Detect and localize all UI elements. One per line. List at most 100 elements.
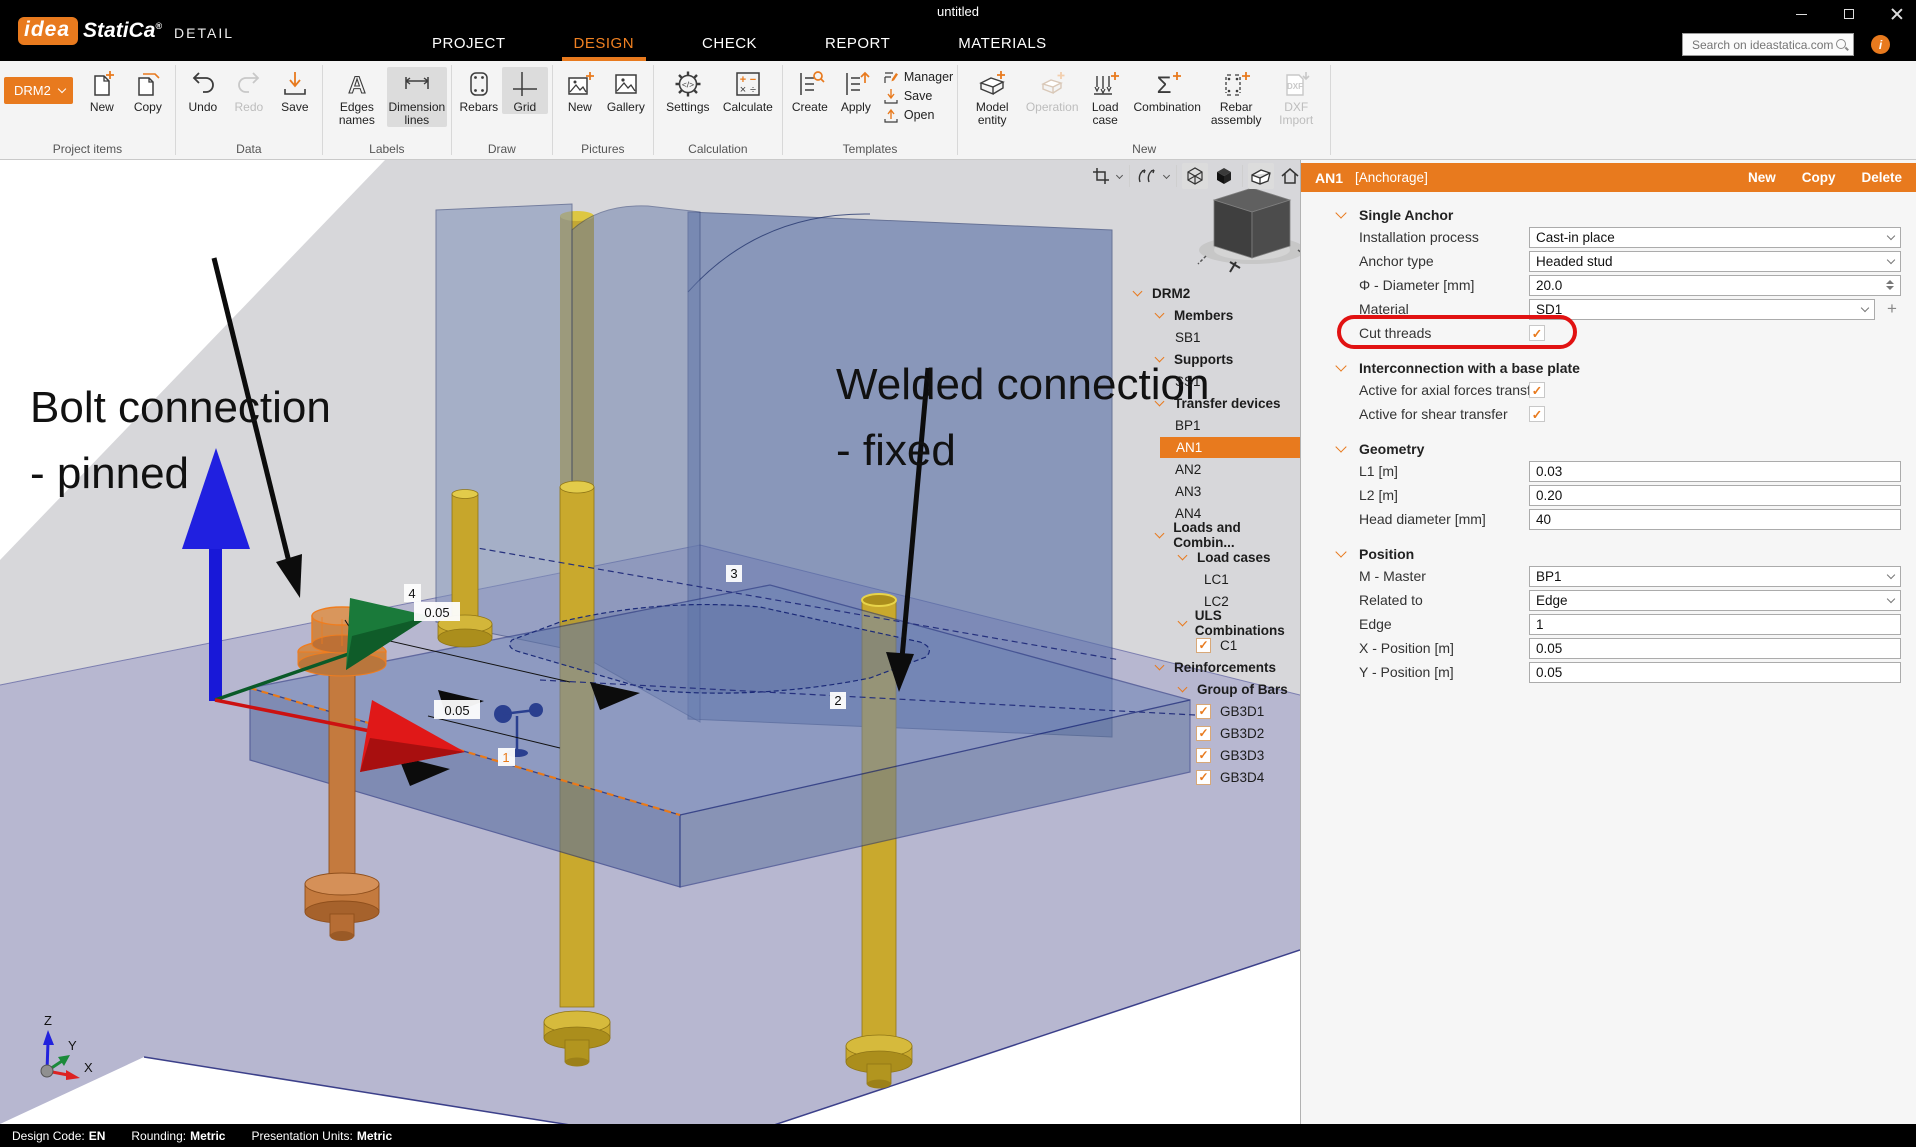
rebars-button[interactable]: Rebars: [456, 67, 502, 114]
tree-item-c1[interactable]: C1: [1118, 634, 1300, 656]
tab-project[interactable]: PROJECT: [420, 27, 518, 61]
search-icon[interactable]: [1835, 38, 1849, 52]
tree-item-sb1[interactable]: SB1: [1118, 326, 1300, 348]
related-to-select[interactable]: Edge: [1529, 590, 1901, 611]
tab-check[interactable]: CHECK: [690, 27, 769, 61]
combination-button[interactable]: Σ Combination: [1128, 67, 1206, 114]
installation-process-select[interactable]: Cast-in place: [1529, 227, 1901, 248]
chevron-down-icon[interactable]: [1163, 171, 1170, 178]
chevron-down-icon[interactable]: [1175, 621, 1195, 625]
copy-project-item-button[interactable]: Copy: [125, 67, 171, 114]
tree-item-gb3d4[interactable]: GB3D4: [1118, 766, 1300, 788]
new-picture-button[interactable]: New: [557, 67, 603, 114]
grid-button[interactable]: Grid: [502, 67, 548, 114]
l1-input[interactable]: 0.03: [1529, 461, 1901, 482]
search-input[interactable]: [1690, 37, 1835, 53]
info-icon[interactable]: i: [1871, 35, 1890, 54]
tree-item-reinforcements[interactable]: Reinforcements: [1118, 656, 1300, 678]
tree-item-ss1[interactable]: SS1: [1118, 370, 1300, 392]
axial-transfer-checkbox[interactable]: [1529, 382, 1545, 398]
project-item-selector[interactable]: DRM2: [4, 77, 73, 104]
material-select[interactable]: SD1: [1529, 299, 1875, 320]
settings-button[interactable]: </> Settings: [658, 67, 718, 114]
tree-item-bp1[interactable]: BP1: [1118, 414, 1300, 436]
section-crop-button[interactable]: [1088, 163, 1114, 189]
shear-transfer-checkbox[interactable]: [1529, 406, 1545, 422]
template-create-button[interactable]: Create: [787, 67, 833, 114]
tab-design[interactable]: DESIGN: [562, 27, 647, 61]
gallery-button[interactable]: Gallery: [603, 67, 649, 114]
cut-threads-checkbox[interactable]: [1529, 325, 1545, 341]
edges-names-button[interactable]: A Edges names: [327, 67, 387, 127]
chevron-down-icon[interactable]: [1152, 401, 1174, 405]
panel-delete-button[interactable]: Delete: [1861, 170, 1902, 185]
checkbox-checked-icon[interactable]: [1196, 704, 1211, 719]
panel-new-button[interactable]: New: [1748, 170, 1776, 185]
chevron-down-icon[interactable]: [1116, 171, 1123, 178]
load-case-button[interactable]: Load case: [1082, 67, 1128, 127]
maximize-button[interactable]: [1838, 4, 1860, 24]
model-entity-button[interactable]: Model entity: [962, 67, 1022, 127]
tree-item-loads[interactable]: Loads and Combin...: [1118, 524, 1300, 546]
wireframe-view-button[interactable]: [1182, 163, 1208, 189]
chevron-down-icon[interactable]: [1130, 291, 1152, 295]
rebar-assembly-button[interactable]: Rebar assembly: [1206, 67, 1266, 127]
tree-item-load-cases[interactable]: Load cases: [1118, 546, 1300, 568]
clipped-view-button[interactable]: [1248, 163, 1274, 189]
checkbox-checked-icon[interactable]: [1196, 770, 1211, 785]
tree-item-group-of-bars[interactable]: Group of Bars: [1118, 678, 1300, 700]
tree-item-lc1[interactable]: LC1: [1118, 568, 1300, 590]
template-open-button[interactable]: Open: [883, 107, 953, 123]
undo-button[interactable]: Undo: [180, 67, 226, 114]
section-single-anchor[interactable]: Single Anchor: [1337, 205, 1916, 225]
tree-item-an2[interactable]: AN2: [1118, 458, 1300, 480]
anchor-type-select[interactable]: Headed stud: [1529, 251, 1901, 272]
chevron-down-icon[interactable]: [1152, 665, 1174, 669]
rotate-view-button[interactable]: [1135, 163, 1161, 189]
add-material-button[interactable]: +: [1887, 299, 1897, 319]
chevron-down-icon[interactable]: [1175, 555, 1197, 559]
tree-item-supports[interactable]: Supports: [1118, 348, 1300, 370]
tree-item-members[interactable]: Members: [1118, 304, 1300, 326]
tree-item-an3[interactable]: AN3: [1118, 480, 1300, 502]
save-button[interactable]: Save: [272, 67, 318, 114]
tree-item-drm2[interactable]: DRM2: [1118, 282, 1300, 304]
section-geometry[interactable]: Geometry: [1337, 439, 1916, 459]
panel-copy-button[interactable]: Copy: [1802, 170, 1836, 185]
template-save-button[interactable]: Save: [883, 88, 953, 104]
tab-materials[interactable]: MATERIALS: [946, 27, 1058, 61]
calculate-button[interactable]: +−×÷ Calculate: [718, 67, 778, 114]
close-button[interactable]: [1886, 4, 1908, 24]
master-select[interactable]: BP1: [1529, 566, 1901, 587]
tree-item-uls-combinations[interactable]: ULS Combinations: [1118, 612, 1300, 634]
l2-input[interactable]: 0.20: [1529, 485, 1901, 506]
chevron-down-icon[interactable]: [1175, 687, 1197, 691]
tree-item-gb3d2[interactable]: GB3D2: [1118, 722, 1300, 744]
solid-view-button[interactable]: [1211, 163, 1237, 189]
spinner-arrows-icon[interactable]: [1886, 280, 1894, 290]
chevron-down-icon[interactable]: [1152, 533, 1173, 537]
tree-item-transfer-devices[interactable]: Transfer devices: [1118, 392, 1300, 414]
new-project-item-button[interactable]: New: [79, 67, 125, 114]
tree-item-gb3d1[interactable]: GB3D1: [1118, 700, 1300, 722]
edge-input[interactable]: 1: [1529, 614, 1901, 635]
template-apply-button[interactable]: Apply: [833, 67, 879, 114]
tree-item-an1-selected[interactable]: AN1: [1118, 436, 1300, 458]
viewport-3d[interactable]: 4 0.05 0.05 1 3 2: [0, 160, 1300, 1124]
chevron-down-icon[interactable]: [1152, 357, 1174, 361]
web-search-box[interactable]: [1682, 33, 1854, 56]
dimension-lines-button[interactable]: Dimension lines: [387, 67, 447, 127]
tab-report[interactable]: REPORT: [813, 27, 902, 61]
minimize-button[interactable]: [1790, 4, 1812, 24]
section-position[interactable]: Position: [1337, 544, 1916, 564]
checkbox-checked-icon[interactable]: [1196, 748, 1211, 763]
diameter-input[interactable]: 20.0: [1529, 275, 1901, 296]
checkbox-checked-icon[interactable]: [1196, 726, 1211, 741]
chevron-down-icon[interactable]: [1152, 313, 1174, 317]
head-diameter-input[interactable]: 40: [1529, 509, 1901, 530]
checkbox-checked-icon[interactable]: [1196, 638, 1211, 653]
x-position-input[interactable]: 0.05: [1529, 638, 1901, 659]
template-manager-button[interactable]: Manager: [883, 69, 953, 85]
section-interconnection[interactable]: Interconnection with a base plate: [1337, 358, 1916, 378]
tree-item-gb3d3[interactable]: GB3D3: [1118, 744, 1300, 766]
